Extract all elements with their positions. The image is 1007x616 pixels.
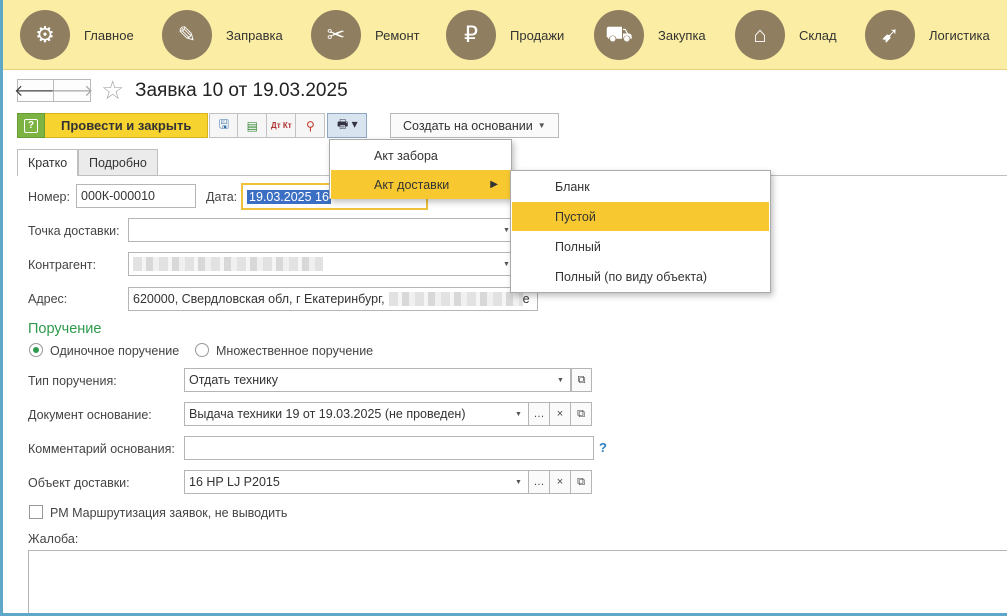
section-main[interactable]: ⚙ Главное xyxy=(20,10,134,60)
menu-item-label: Акт доставки xyxy=(374,177,450,192)
section-repair[interactable]: ✂ Ремонт xyxy=(311,10,420,60)
sale-icon: ₽ xyxy=(446,10,496,60)
menu-item-pickup-act[interactable]: Акт забора xyxy=(331,141,510,170)
post-and-close-button[interactable]: Провести и закрыть xyxy=(45,113,209,138)
routing-checkbox-label[interactable]: РМ Маршрутизация заявок, не выводить xyxy=(50,506,287,520)
save-button[interactable]: 🖫 xyxy=(209,113,239,138)
delivery-object-select-button[interactable]: … xyxy=(529,470,550,494)
single-assignment-label[interactable]: Одиночное поручение xyxy=(50,344,179,358)
multiple-assignment-label[interactable]: Множественное поручение xyxy=(216,344,373,358)
section-refill[interactable]: ✎ Заправка xyxy=(162,10,283,60)
open-type-button[interactable]: ⧉ xyxy=(571,368,592,392)
base-comment-field[interactable] xyxy=(184,436,594,460)
window-frame-left xyxy=(0,0,3,616)
routing-checkbox[interactable] xyxy=(29,505,43,519)
address-tail: е xyxy=(522,292,530,306)
section-label: Главное xyxy=(84,27,134,43)
sections-bar: ⚙ Главное ✎ Заправка ✂ Ремонт ₽ Продажи … xyxy=(0,0,1007,70)
post-button[interactable]: ▤ xyxy=(238,113,268,138)
floppy-icon: 🖫 xyxy=(218,117,229,131)
section-label: Ремонт xyxy=(375,27,420,43)
delivery-object-field[interactable]: 16 HP LJ P2015 xyxy=(184,470,510,494)
date-label: Дата: xyxy=(206,190,238,204)
base-document-label: Документ основание: xyxy=(28,408,152,422)
section-label: Заправка xyxy=(226,27,283,43)
base-document-dropdown[interactable]: ▼ xyxy=(509,402,529,426)
back-button[interactable]: 🡐 xyxy=(14,79,57,102)
help-icon: ? xyxy=(24,118,38,133)
assignment-type-label: Тип поручения: xyxy=(28,374,117,388)
date-value: 19.03.2025 16 xyxy=(247,189,331,204)
assignment-type-field[interactable]: Отдать технику xyxy=(184,368,552,392)
submenu-item-blank[interactable]: Бланк xyxy=(512,172,769,201)
base-comment-label: Комментарий основания: xyxy=(28,442,175,456)
assignment-type-dropdown[interactable]: ▼ xyxy=(551,368,571,392)
submenu-item-empty[interactable]: Пустой xyxy=(512,202,769,231)
base-document-clear-button[interactable]: × xyxy=(550,402,571,426)
section-warehouse[interactable]: ⌂ Склад xyxy=(735,10,837,60)
create-based-on-button[interactable]: Создать на основании ▼ xyxy=(390,113,559,138)
complaint-label: Жалоба: xyxy=(28,532,79,546)
submenu-item-full-by-object-type[interactable]: Полный (по виду объекта) xyxy=(512,262,769,291)
create-based-on-label: Создать на основании xyxy=(403,118,533,133)
delivery-object-label: Объект доставки: xyxy=(28,476,130,490)
form-toolbar: ? Провести и закрыть 🖫 ▤ Дт Кт ⚲ 🖶 ▾ xyxy=(17,113,368,138)
warehouse-icon: ⌂ xyxy=(735,10,785,60)
single-assignment-radio[interactable] xyxy=(29,343,43,357)
number-label: Номер: xyxy=(28,190,70,204)
history-nav: 🡐 🡒 xyxy=(14,79,93,102)
menu-item-delivery-act[interactable]: Акт доставки ▶ xyxy=(331,170,510,199)
number-field[interactable]: 000К-000010 xyxy=(76,184,196,208)
help-question-icon[interactable]: ? xyxy=(599,440,607,455)
address-field[interactable]: 620000, Свердловская обл, г Екатеринбург… xyxy=(128,287,538,311)
assignment-section-title: Поручение xyxy=(28,321,102,337)
chevron-down-icon: ▼ xyxy=(537,121,546,130)
address-label: Адрес: xyxy=(28,292,68,306)
printer-refill-icon: ✎ xyxy=(162,10,212,60)
tab-detailed[interactable]: Подробно xyxy=(78,149,158,175)
complaint-textarea[interactable] xyxy=(28,550,1007,616)
tools-icon: ✂ xyxy=(311,10,361,60)
page-title: Заявка 10 от 19.03.2025 xyxy=(135,80,348,101)
tab-brief[interactable]: Кратко xyxy=(17,149,79,176)
hierarchy-icon: ⚲ xyxy=(305,118,315,133)
favorite-star-icon[interactable]: ☆ xyxy=(101,76,124,104)
address-value: 620000, Свердловская обл, г Екатеринбург… xyxy=(133,292,385,306)
submenu-item-full[interactable]: Полный xyxy=(512,232,769,261)
help-button[interactable]: ? xyxy=(17,113,45,138)
section-logistics[interactable]: ➹ Логистика xyxy=(865,10,990,60)
delivery-object-open-button[interactable]: ⧉ xyxy=(571,470,592,494)
base-document-select-button[interactable]: … xyxy=(529,402,550,426)
redacted-address xyxy=(388,292,523,306)
section-label: Логистика xyxy=(929,27,990,43)
printer-icon: 🖶 ▾ xyxy=(337,117,358,131)
base-document-field[interactable]: Выдача техники 19 от 19.03.2025 (не пров… xyxy=(184,402,510,426)
dt-kt-icon: Дт Кт xyxy=(271,121,292,130)
section-label: Склад xyxy=(799,27,837,43)
delivery-act-submenu: Бланк Пустой Полный Полный (по виду объе… xyxy=(510,170,771,293)
delivery-point-label: Точка доставки: xyxy=(28,224,120,238)
counterparty-field[interactable] xyxy=(128,252,498,276)
redacted-counterparty xyxy=(133,257,323,271)
dt-kt-button[interactable]: Дт Кт xyxy=(267,113,297,138)
section-label: Продажи xyxy=(510,27,565,43)
route-icon: ➹ xyxy=(865,10,915,60)
delivery-object-dropdown[interactable]: ▼ xyxy=(509,470,529,494)
section-label: Закупка xyxy=(658,27,706,43)
multiple-assignment-radio[interactable] xyxy=(195,343,209,357)
submenu-arrow-icon: ▶ xyxy=(490,179,498,190)
print-button[interactable]: 🖶 ▾ xyxy=(327,113,368,138)
base-document-open-button[interactable]: ⧉ xyxy=(571,402,592,426)
structure-button[interactable]: ⚲ xyxy=(296,113,326,138)
print-menu: Акт забора Акт доставки ▶ xyxy=(329,139,512,199)
cart-icon: ⛟ xyxy=(594,10,644,60)
forward-button[interactable]: 🡒 xyxy=(51,79,93,102)
delivery-object-clear-button[interactable]: × xyxy=(550,470,571,494)
delivery-point-field[interactable] xyxy=(128,218,498,242)
gears-icon: ⚙ xyxy=(20,10,70,60)
section-sales[interactable]: ₽ Продажи xyxy=(446,10,564,60)
post-document-icon: ▤ xyxy=(246,118,259,133)
section-purchase[interactable]: ⛟ Закупка xyxy=(594,10,706,60)
counterparty-label: Контрагент: xyxy=(28,258,97,272)
